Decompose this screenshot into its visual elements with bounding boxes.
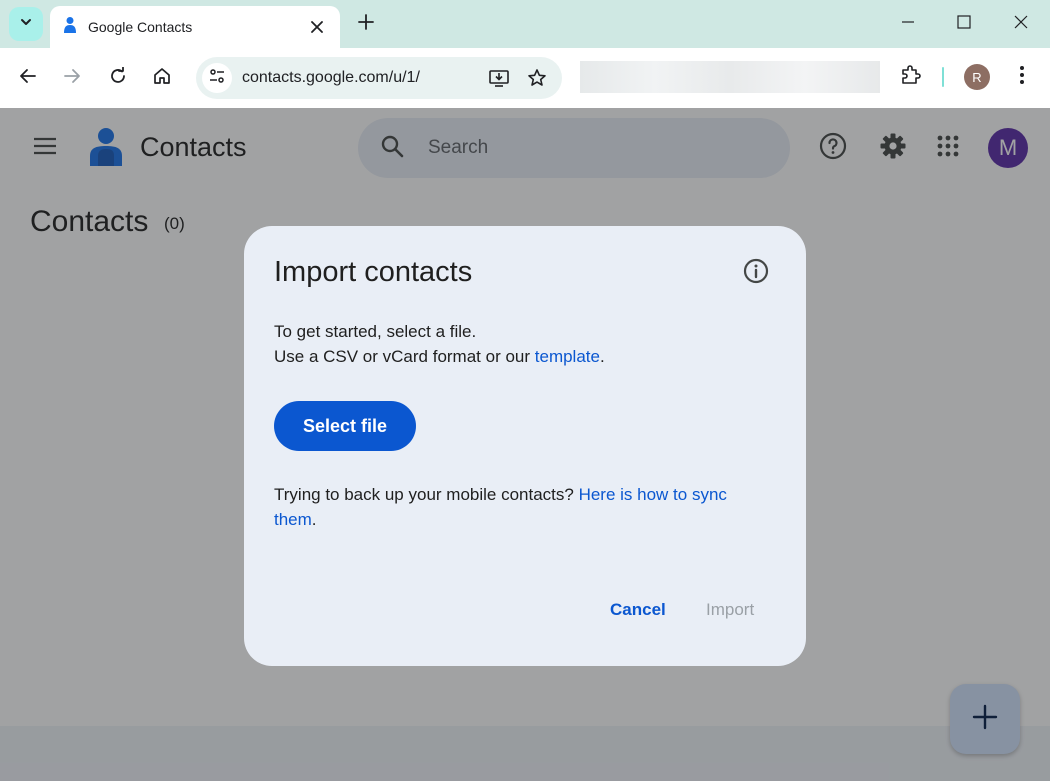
info-icon — [743, 258, 769, 289]
browser-profile-avatar[interactable]: R — [964, 64, 990, 90]
cancel-button[interactable]: Cancel — [610, 600, 666, 620]
browser-toolbar: contacts.google.com/u/1/ R — [0, 48, 1050, 108]
tune-icon — [209, 68, 225, 89]
browser-menu-button[interactable] — [1010, 64, 1034, 90]
arrow-left-icon — [19, 67, 37, 90]
forward-button[interactable] — [58, 64, 86, 92]
backup-text-suffix: . — [311, 510, 317, 529]
import-contacts-dialog: Import contacts To get started, select a… — [244, 226, 806, 666]
minimize-button[interactable] — [896, 12, 920, 36]
close-icon — [1014, 15, 1028, 34]
star-icon[interactable] — [524, 65, 550, 91]
more-vert-icon — [1019, 65, 1025, 90]
puzzle-icon — [900, 64, 922, 91]
dialog-title: Import contacts — [274, 256, 473, 288]
browser-tab[interactable]: Google Contacts — [50, 6, 340, 48]
reload-icon — [109, 66, 127, 90]
home-icon — [153, 67, 171, 90]
backup-hint: Trying to back up your mobile contacts? … — [274, 482, 774, 532]
chevron-down-icon — [19, 15, 33, 34]
address-bar[interactable]: contacts.google.com/u/1/ — [196, 57, 562, 99]
blurred-bookmark-area — [580, 61, 880, 93]
format-text: Use a CSV or vCard format or our — [274, 347, 535, 366]
maximize-icon — [957, 14, 971, 34]
dialog-instruction-1: To get started, select a file. — [274, 322, 477, 341]
site-info-button[interactable] — [202, 63, 232, 93]
backup-text: Trying to back up your mobile contacts? — [274, 485, 579, 504]
tab-strip: Google Contacts — [0, 0, 1050, 48]
tab-search-button[interactable] — [9, 7, 43, 41]
maximize-button[interactable] — [952, 12, 976, 36]
minimize-icon — [901, 15, 915, 34]
info-button[interactable] — [741, 258, 771, 288]
format-text-suffix: . — [599, 347, 605, 366]
dialog-instruction-2: Use a CSV or vCard format or our templat… — [274, 345, 605, 369]
arrow-right-icon — [63, 67, 81, 90]
tab-close-icon[interactable] — [306, 16, 328, 38]
install-app-icon[interactable] — [486, 65, 512, 91]
url-text[interactable]: contacts.google.com/u/1/ — [242, 69, 474, 87]
tab-title: Google Contacts — [88, 19, 193, 35]
import-button: Import — [706, 600, 755, 619]
home-button[interactable] — [148, 64, 176, 92]
template-link[interactable]: template — [535, 347, 600, 366]
window-close-button[interactable] — [1009, 12, 1033, 36]
toolbar-divider — [942, 67, 944, 87]
contacts-page: Contacts Search M Contacts (0) Import co… — [0, 108, 1050, 781]
back-button[interactable] — [14, 64, 42, 92]
reload-button[interactable] — [104, 64, 132, 92]
plus-icon — [358, 13, 374, 35]
extensions-button[interactable] — [898, 64, 924, 90]
select-file-button[interactable]: Select file — [274, 401, 416, 451]
contacts-favicon-icon — [62, 16, 78, 39]
new-tab-button[interactable] — [354, 12, 378, 36]
